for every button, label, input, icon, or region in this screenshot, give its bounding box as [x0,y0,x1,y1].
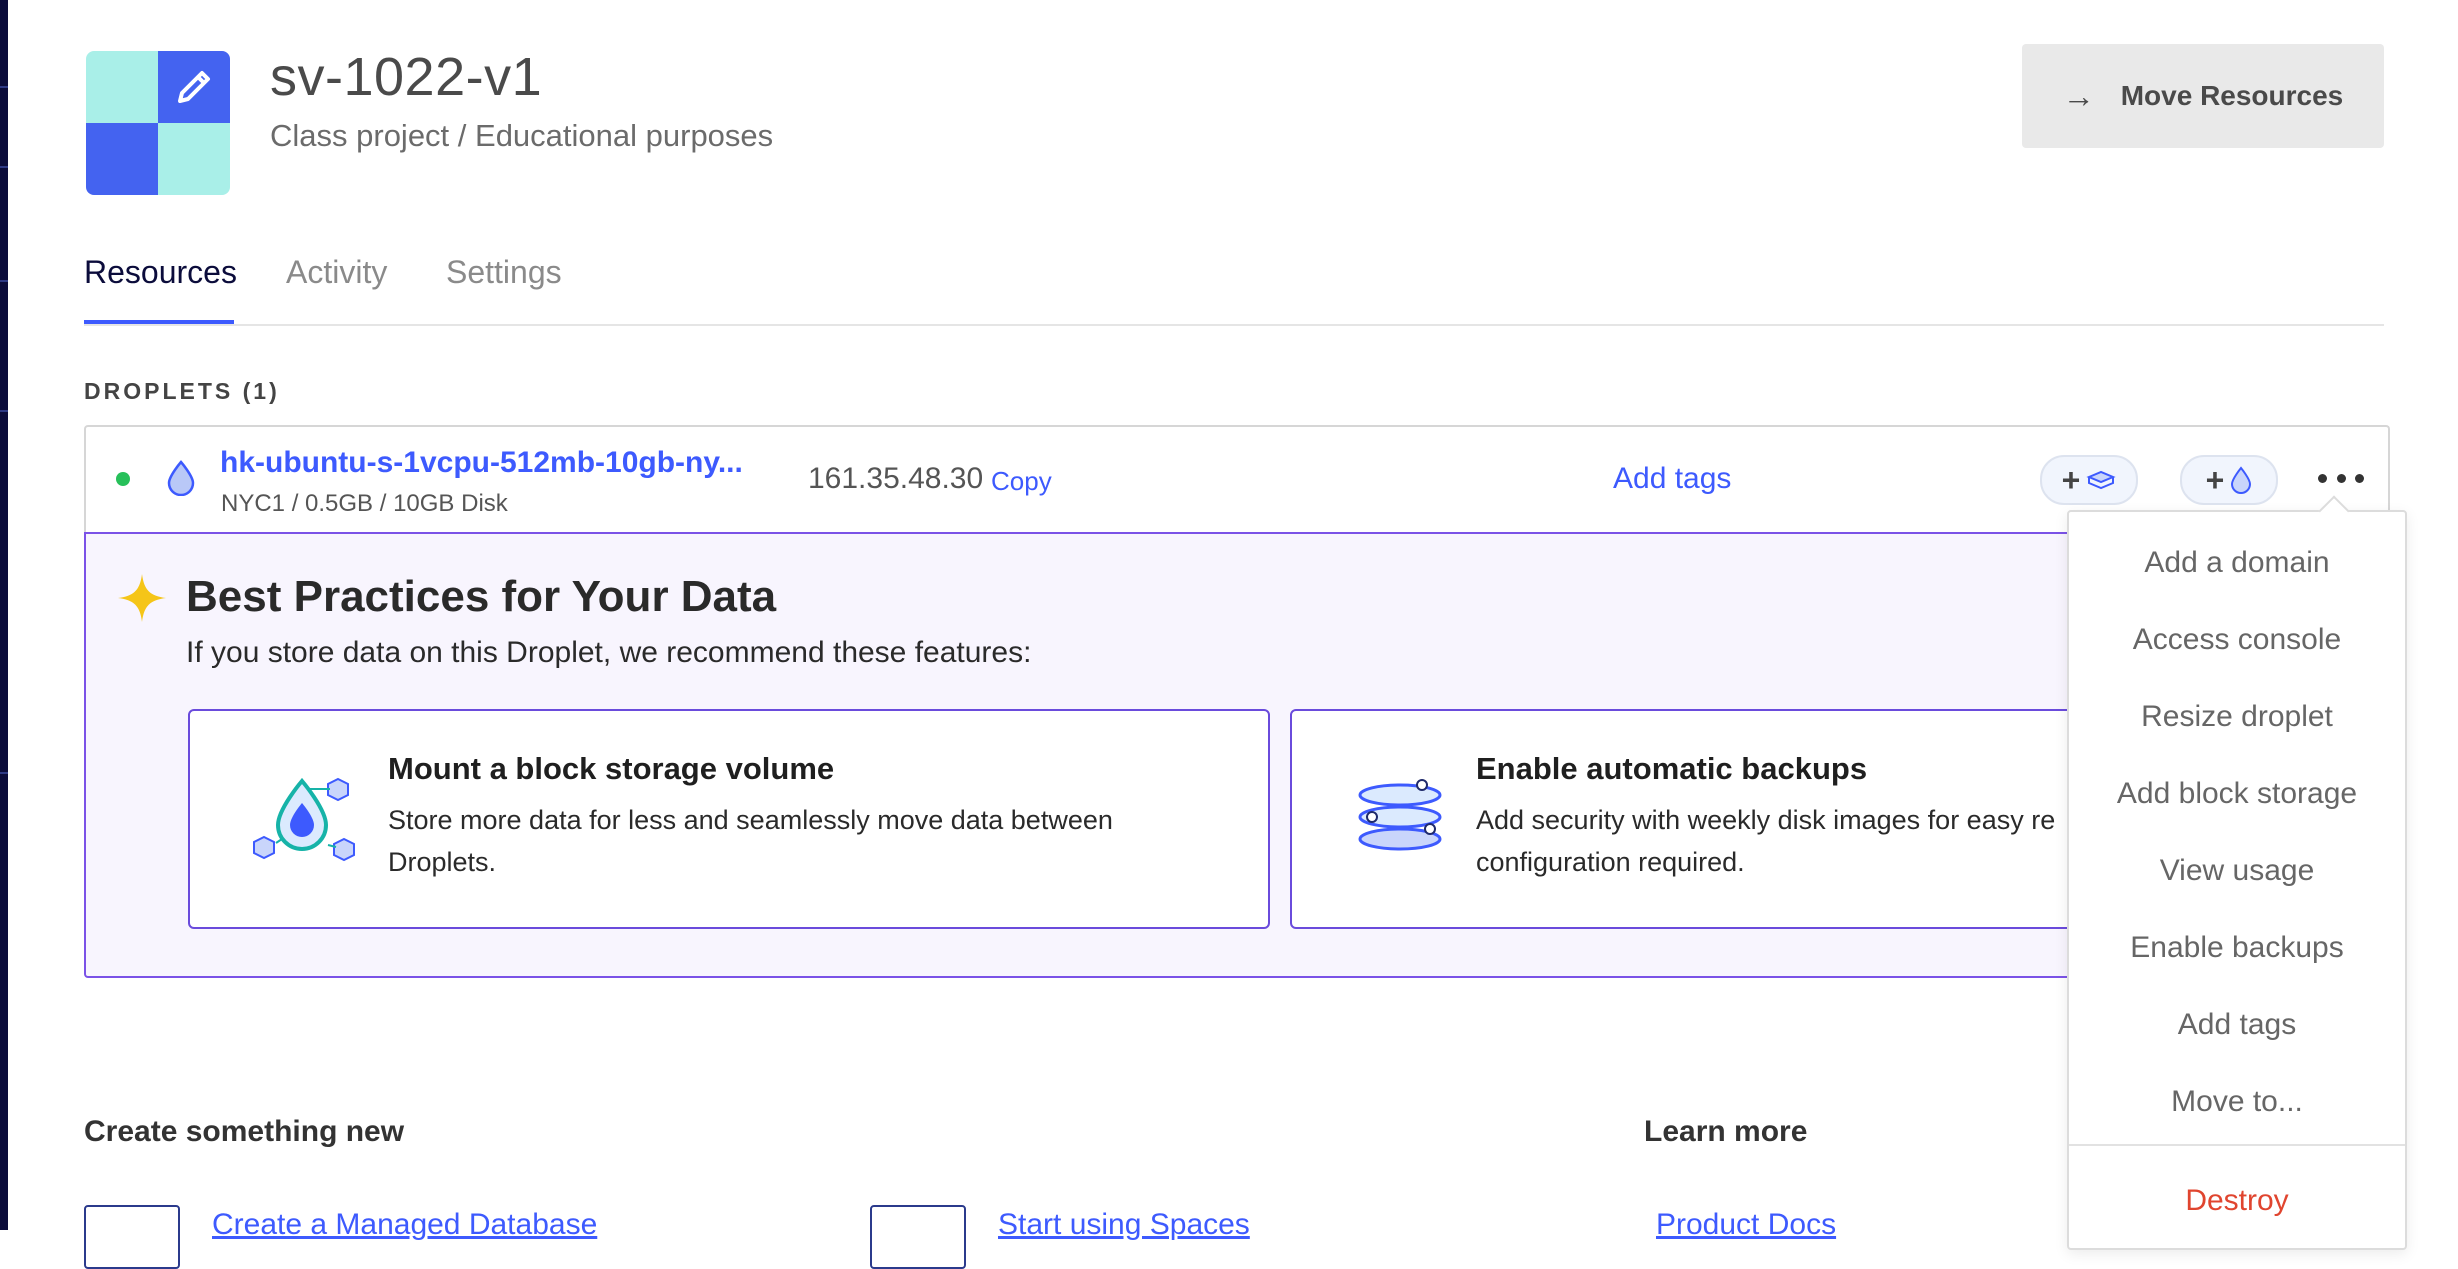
card-description: Store more data for less and seamlessly … [388,805,1113,877]
droplet-actions-menu: Add a domain Access console Resize dropl… [2067,510,2407,1250]
spaces-icon [870,1205,966,1269]
create-database-link[interactable]: Create a Managed Database [212,1208,597,1242]
learn-more-heading: Learn more [1644,1115,1808,1148]
menu-item-move-to[interactable]: Move to... [2069,1085,2405,1119]
volume-icon [2086,470,2116,490]
menu-item-add-block-storage[interactable]: Add block storage [2069,777,2405,811]
backups-icon [1358,779,1442,851]
move-resources-button[interactable]: → Move Resources [2022,44,2384,148]
database-icon [84,1205,180,1269]
sidebar [0,0,8,1230]
add-tags-link[interactable]: Add tags [1613,462,1731,496]
product-docs-link[interactable]: Product Docs [1656,1208,1836,1242]
arrow-right-icon: → [2062,77,2095,114]
block-storage-card[interactable]: Mount a block storage volume Store more … [188,709,1270,929]
droplet-name-link[interactable]: hk-ubuntu-s-1vcpu-512mb-10gb-ny... [220,446,743,480]
menu-item-access-console[interactable]: Access console [2069,623,2405,657]
project-title: sv-1022-v1 [270,47,543,107]
more-options-button[interactable] [2318,460,2364,496]
dot-icon [2336,473,2346,483]
start-spaces-link[interactable]: Start using Spaces [998,1208,1250,1242]
copy-ip-button[interactable]: Copy [991,466,1052,497]
menu-item-view-usage[interactable]: View usage [2069,854,2405,888]
tab-settings[interactable]: Settings [446,254,562,291]
tab-activity[interactable]: Activity [286,254,387,291]
menu-divider [2069,1144,2405,1146]
menu-item-enable-backups[interactable]: Enable backups [2069,931,2405,965]
sidebar-divider [0,772,8,774]
plus-icon: + [2205,462,2225,498]
sidebar-divider [0,410,8,412]
menu-item-add-domain[interactable]: Add a domain [2069,546,2405,580]
card-title: Mount a block storage volume [388,751,835,786]
status-active-dot [116,472,130,486]
active-tab-indicator [84,320,234,324]
create-something-new-heading: Create something new [84,1115,405,1148]
droplet-icon [2231,466,2252,494]
project-avatar[interactable] [86,51,230,195]
dot-icon [2318,473,2327,483]
menu-item-add-tags[interactable]: Add tags [2069,1008,2405,1042]
droplet-icon [167,460,195,496]
card-title: Enable automatic backups [1476,751,1868,786]
sparkle-icon [118,574,166,622]
card-description: Add security with weekly disk images for… [1476,805,2056,877]
dot-icon [2355,473,2364,483]
droplet-specs: NYC1 / 0.5GB / 10GB Disk [221,490,508,517]
project-description: Class project / Educational purposes [270,118,774,153]
sidebar-divider [0,166,8,168]
best-practices-title: Best Practices for Your Data [186,572,777,621]
edit-pencil-icon[interactable] [158,51,230,123]
best-practices-subtitle: If you store data on this Droplet, we re… [186,636,1032,669]
menu-item-resize-droplet[interactable]: Resize droplet [2069,700,2405,734]
backups-card[interactable]: Enable automatic backups Add security wi… [1290,709,2140,929]
project-tabs: Resources Activity Settings [84,248,2384,326]
droplets-section-title: DROPLETS (1) [84,378,280,404]
move-resources-label: Move Resources [2120,80,2344,111]
block-storage-icon [253,777,355,862]
sidebar-divider [0,86,8,88]
droplet-ip-address: 161.35.48.30 [808,462,984,495]
plus-icon: + [2061,462,2081,498]
add-volume-button[interactable]: + [2040,455,2138,505]
sidebar-divider [0,280,8,282]
menu-item-destroy[interactable]: Destroy [2069,1184,2405,1218]
tab-resources[interactable]: Resources [84,254,237,291]
add-droplet-button[interactable]: + [2180,455,2278,505]
